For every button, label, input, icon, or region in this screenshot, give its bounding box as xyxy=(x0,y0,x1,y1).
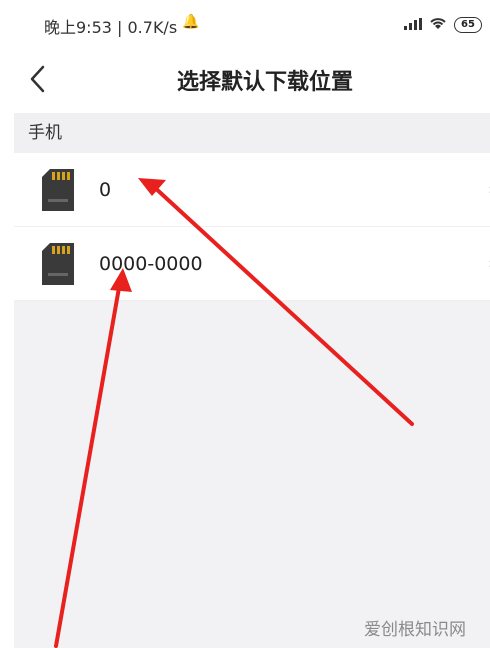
red-arrow-upper xyxy=(138,178,414,426)
annotation-arrows xyxy=(54,178,414,648)
watermark: 爱创根知识网 xyxy=(364,620,466,640)
red-arrow-lower xyxy=(54,268,132,648)
